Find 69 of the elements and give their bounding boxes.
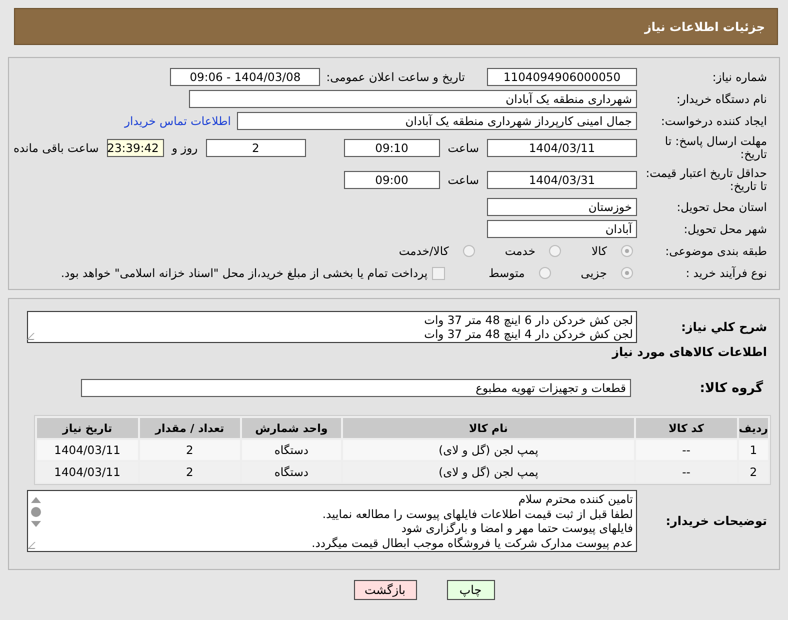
field-label: شهر محل تحویل: [682,222,768,236]
back-button[interactable]: بازگشت [354,580,416,600]
field-label: کالا/خدمت [398,244,449,258]
field-label: نوع فرآیند خرید : [684,266,768,280]
radio-button[interactable] [621,267,633,279]
field-label: متوسط [488,266,525,280]
text-field[interactable]: 23:39:42 [106,139,164,157]
table-cell: دستگاه [242,440,342,460]
notes-textarea[interactable]: تامین کننده محترم سلام لطفا قبل از ثبت قیمت اطلاعات فایلهای پیوست را مطالعه نمایید. فایلهای پیوست حتما مهر و امضا و بارگزاری شود عدم پیوست مدارک شرکت یا فروشگاه موجب ابطال قیمت میگردد. [27,490,637,552]
text-line: لجن کش خردکن دار 6 اینچ 48 متر 37 وات [424,313,633,327]
radio-button[interactable] [621,245,633,257]
field-label: پرداخت تمام یا بخشی از مبلغ خرید،از محل "اسناد خزانه اسلامی" خواهد بود. [60,266,428,280]
text-field[interactable]: 09:10 [344,139,440,157]
field-label: کالا [591,244,607,258]
table-cell: پمپ لجن (گل و لای) [343,440,634,460]
field-label: گروه کالا: [698,380,764,396]
field-label: روز و [172,141,198,155]
field-label: شماره نیاز: [711,70,768,84]
page-title: جزئیات اطلاعات نیاز [644,20,765,34]
column-header: تعداد / مقدار [140,418,240,438]
column-header: کد کالا [636,418,737,438]
text-field[interactable]: 1404/03/08 - 09:06 [170,68,320,86]
field-label: طبقه بندی موضوعی: [664,244,768,258]
text-field[interactable]: 09:00 [344,171,440,189]
field-label: ایجاد کننده درخواست: [660,114,768,128]
scroll-thumb[interactable] [31,507,41,517]
field-label: توضیحات خریدار: [664,514,768,528]
field-label: استان محل تحویل: [676,200,768,214]
text-line: عدم پیوست مدارک شرکت یا فروشگاه موجب ابطال قیمت میگردد. [312,536,633,550]
text-line: تامین کننده محترم سلام [518,492,633,506]
table-cell: 1404/03/11 [37,440,138,460]
text-field[interactable]: جمال امینی کارپرداز شهرداری منطقه یک آبادان [237,112,637,130]
field-label: نام دستگاه خریدار: [675,92,768,106]
field-label: جزیی [580,266,607,280]
field-label: ساعت [448,173,479,187]
table-cell: 1 [738,440,768,460]
text-field[interactable]: 1104094906000050 [487,68,637,86]
text-field[interactable]: خوزستان [487,198,637,216]
contact-link[interactable]: اطلاعات تماس خریدار [124,114,231,128]
text-field[interactable]: 1404/03/11 [487,139,637,157]
column-header: تاریخ نیاز [37,418,138,438]
column-header: نام کالا [343,418,634,438]
text-field[interactable]: آبادان [487,220,637,238]
summary-textarea[interactable]: لجن کش خردکن دار 6 اینچ 48 متر 37 وات لجن کش خردکن دار 4 اینچ 48 متر 37 وات [27,311,637,343]
field-label: ساعت [448,141,479,155]
column-header: واحد شمارش [242,418,342,438]
section-heading: اطلاعات کالاهای مورد نیاز [610,345,768,359]
field-label: خدمت [504,244,536,258]
print-button[interactable]: چاپ [446,580,494,600]
text-field[interactable]: 1404/03/31 [487,171,637,189]
text-line: لطفا قبل از ثبت قیمت اطلاعات فایلهای پیوست را مطالعه نمایید. [322,506,633,521]
text-field[interactable]: شهرداری منطقه یک آبادان [189,90,637,108]
text-field[interactable]: 2 [206,139,306,157]
text-line: لجن کش خردکن دار 4 اینچ 48 متر 37 وات [424,327,633,341]
field-label: حداقل تاریخ اعتبار قیمت: تا تاریخ: [644,167,768,193]
table-cell: -- [636,440,737,460]
text-line: فایلهای پیوست حتما مهر و امضا و بارگزاری شود [401,521,633,536]
checkbox[interactable] [432,266,445,280]
scroll-down-icon [31,521,41,527]
radio-button[interactable] [538,267,551,279]
field-label: تاریخ و ساعت اعلان عمومی: [326,70,465,84]
table-cell: 2 [140,440,240,460]
field-label: شرح کلي نياز: [680,320,768,334]
text-field[interactable]: قطعات و تجهیزات تهویه مطبوع [81,379,631,397]
radio-button[interactable] [549,245,562,257]
field-label: مهلت ارسال پاسخ: تا تاریخ: [664,135,768,161]
column-header: ردیف [738,418,768,438]
radio-button[interactable] [462,245,475,257]
field-label: ساعت باقی مانده [14,141,99,155]
